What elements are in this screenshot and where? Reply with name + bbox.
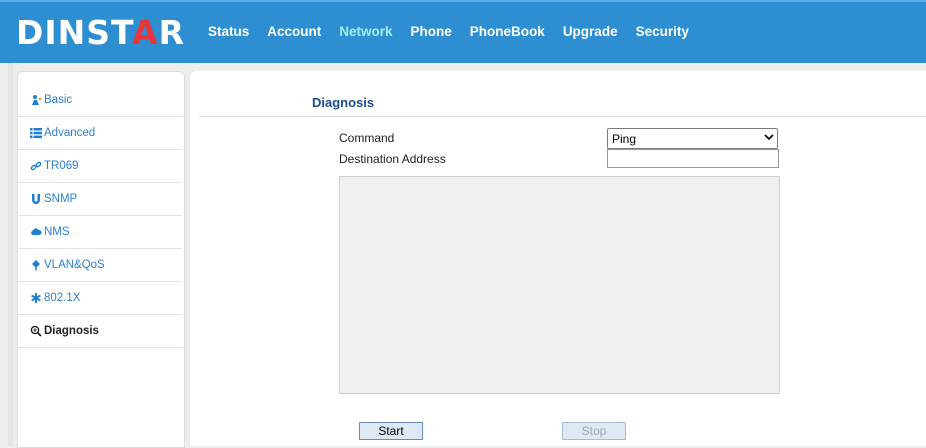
- sidebar-item-label: Basic: [44, 94, 73, 106]
- top-header: DINSTAR Status Account Network Phone Pho…: [0, 0, 926, 63]
- sidebar-item-label: TR069: [44, 160, 79, 172]
- sidebar-item-label: SNMP: [44, 193, 78, 205]
- magnet-icon: [30, 193, 42, 205]
- sidebar-item-diagnosis[interactable]: Diagnosis: [18, 315, 182, 348]
- sidebar-item-8021x[interactable]: 802.1X: [18, 282, 182, 315]
- sidebar-item-label: 802.1X: [44, 292, 81, 304]
- command-select[interactable]: Ping: [607, 128, 778, 149]
- sidebar-item-vlan-qos[interactable]: VLAN&QoS: [18, 249, 182, 282]
- left-frame-border: [8, 63, 13, 446]
- main-nav: Status Account Network Phone PhoneBook U…: [199, 16, 698, 48]
- sidebar-item-label: Advanced: [44, 127, 96, 139]
- dinstar-logo: DINSTAR: [16, 13, 185, 52]
- main-panel: Diagnosis Command Ping Destination Addre…: [190, 71, 926, 446]
- diamond-icon: [30, 259, 42, 271]
- diagnosis-output-area[interactable]: [339, 176, 780, 394]
- sidebar: Basic Advanced TR069 SNMP NMS VLAN&QoS 8…: [17, 71, 185, 448]
- start-button[interactable]: Start: [359, 422, 423, 440]
- sidebar-item-snmp[interactable]: SNMP: [18, 183, 182, 216]
- nav-network[interactable]: Network: [330, 16, 401, 48]
- destination-address-label: Destination Address: [339, 152, 446, 166]
- nav-status[interactable]: Status: [199, 16, 258, 48]
- sidebar-item-basic[interactable]: Basic: [18, 84, 182, 117]
- link-icon: [30, 160, 42, 172]
- sidebar-item-tr069[interactable]: TR069: [18, 150, 182, 183]
- nav-phonebook[interactable]: PhoneBook: [461, 16, 554, 48]
- cloud-icon: [30, 226, 42, 238]
- person-network-icon: [30, 94, 42, 106]
- sidebar-item-nms[interactable]: NMS: [18, 216, 182, 249]
- nav-upgrade[interactable]: Upgrade: [554, 16, 627, 48]
- nav-account[interactable]: Account: [258, 16, 330, 48]
- header-top-border: [0, 0, 926, 2]
- list-icon: [30, 127, 42, 139]
- title-divider: [199, 116, 926, 117]
- page-title: Diagnosis: [312, 95, 375, 110]
- chevron-down-icon: [761, 133, 777, 144]
- command-select-value: Ping: [612, 131, 637, 146]
- nav-security[interactable]: Security: [627, 16, 698, 48]
- sidebar-item-label: VLAN&QoS: [44, 259, 105, 271]
- sidebar-item-label: Diagnosis: [44, 325, 99, 337]
- zoom-icon: [30, 325, 42, 337]
- sidebar-item-advanced[interactable]: Advanced: [18, 117, 182, 150]
- destination-address-input[interactable]: [607, 149, 779, 168]
- asterisk-icon: [30, 292, 42, 304]
- command-label: Command: [339, 131, 395, 145]
- stop-button[interactable]: Stop: [562, 422, 626, 440]
- nav-phone[interactable]: Phone: [402, 16, 461, 48]
- sidebar-item-label: NMS: [44, 226, 70, 238]
